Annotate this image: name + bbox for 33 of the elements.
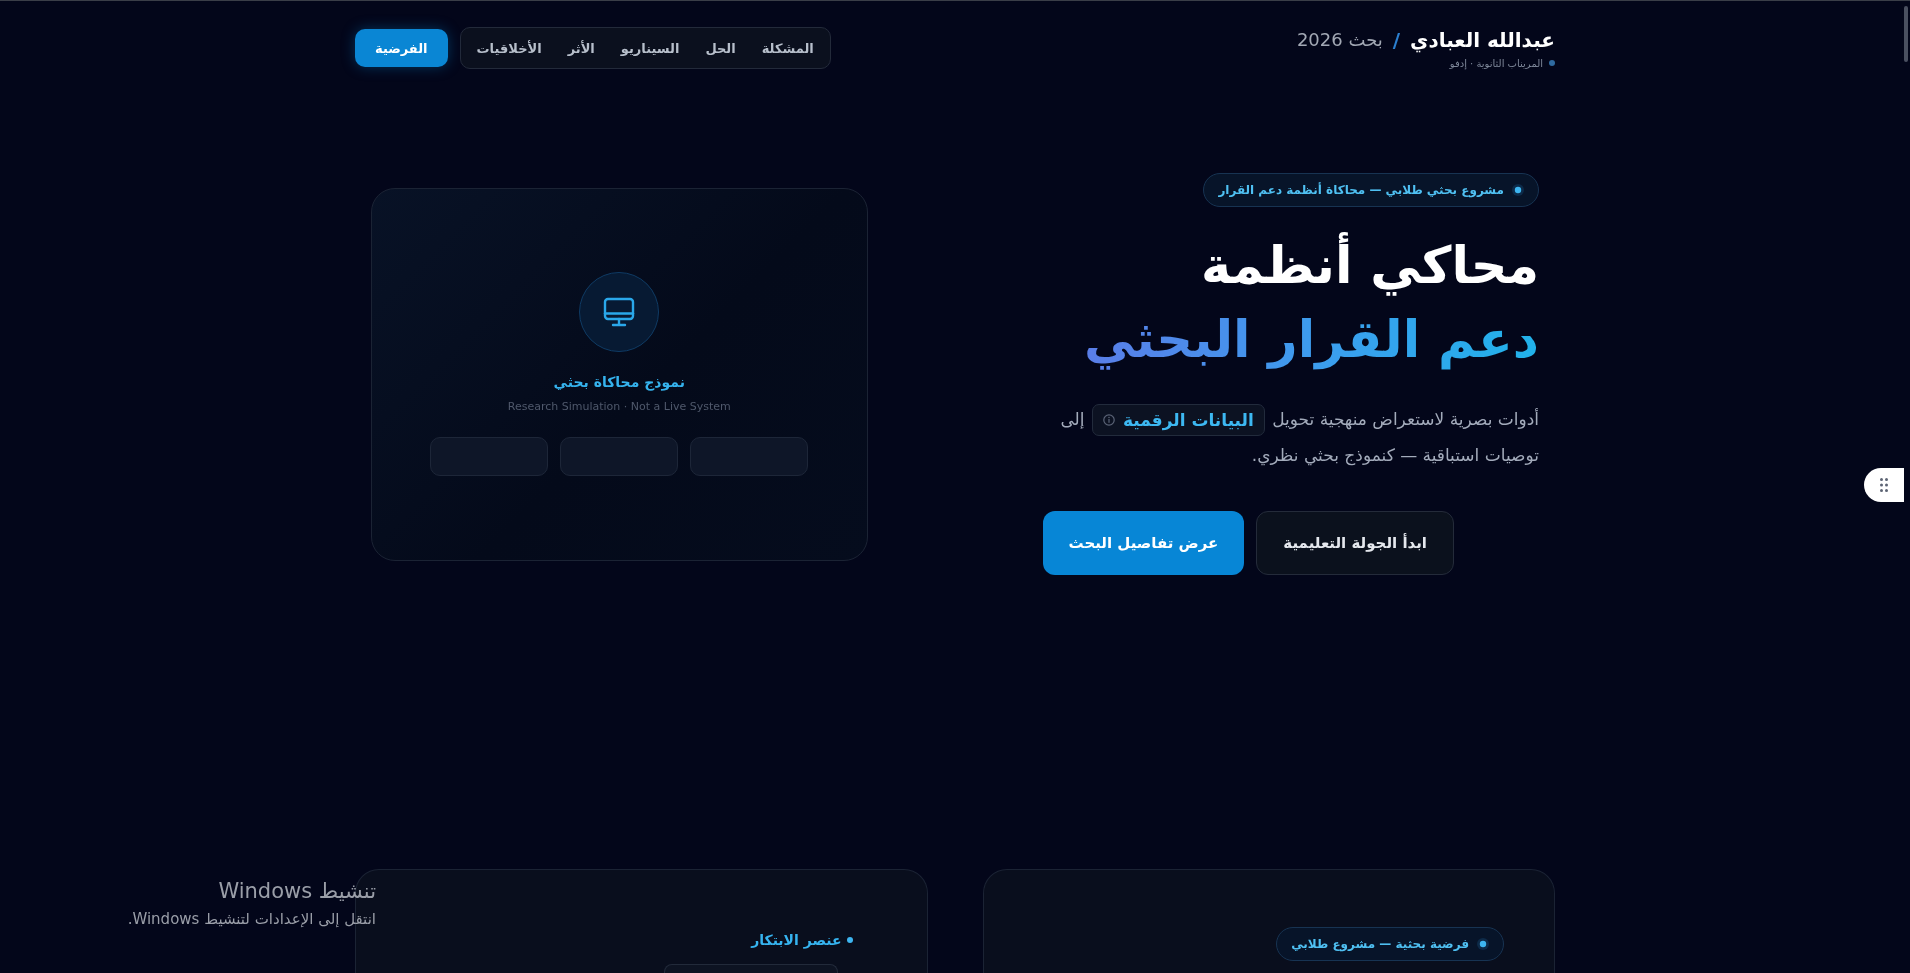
hero-title-line: محاكي أنظمة — [1201, 229, 1539, 303]
nav-link[interactable]: الأخلاقيات — [476, 40, 542, 56]
simulation-title: نموذج محاكاة بحثي — [553, 374, 685, 390]
nav-link[interactable]: الحل — [705, 40, 736, 56]
dot-icon — [1549, 60, 1555, 66]
dot-icon — [846, 937, 853, 943]
nav-link[interactable]: السيناريو — [620, 40, 680, 56]
section-heading: عنصر الابتكار — [751, 932, 842, 948]
info-icon — [1102, 414, 1115, 426]
side-handle[interactable] — [1864, 468, 1904, 502]
activation-title: تنشيط Windows — [217, 878, 376, 905]
description-text: إلى — [1060, 409, 1085, 429]
dot-icon — [1512, 184, 1524, 196]
nav-link[interactable]: الأثر — [567, 40, 595, 56]
school-location: المريناب الثانوية · إدفو — [1449, 57, 1543, 69]
badge-text: مشروع بحثي طلابي — محاكاة أنظمة دعم القرار — [1218, 183, 1504, 197]
hypothesis-button[interactable]: الفرضية — [355, 29, 448, 67]
simulation-subtitle: Research Simulation · Not a Live System — [507, 400, 731, 413]
activation-message: انتقل إلى الإعدادات لتنشيط Windows. — [126, 909, 376, 929]
description-text: أدوات بصرية لاستعراض منهجية تحويل — [1272, 409, 1539, 429]
monitor-icon — [579, 272, 660, 352]
grip-icon — [1880, 478, 1888, 492]
badge-text: فرضية بحثية — مشروع طلابي — [1291, 937, 1469, 951]
separator-slash: / — [1392, 27, 1401, 52]
scrollbar-thumb[interactable] — [1904, 6, 1908, 62]
description-text: توصيات استباقية — كنموذج بحثي نظري. — [1251, 445, 1539, 465]
research-details-button[interactable]: عرض تفاصيل البحث — [1042, 511, 1245, 575]
dot-icon — [1477, 938, 1489, 950]
tour-button[interactable]: ابدأ الجولة التعليمية — [1256, 511, 1454, 575]
nav-link[interactable]: المشكلة — [761, 40, 814, 56]
glossary-term[interactable]: البيانات الرقمية — [1091, 404, 1265, 436]
author-name: عبدالله العبادي — [1410, 27, 1555, 52]
project-label: بحث 2026 — [1296, 29, 1383, 50]
